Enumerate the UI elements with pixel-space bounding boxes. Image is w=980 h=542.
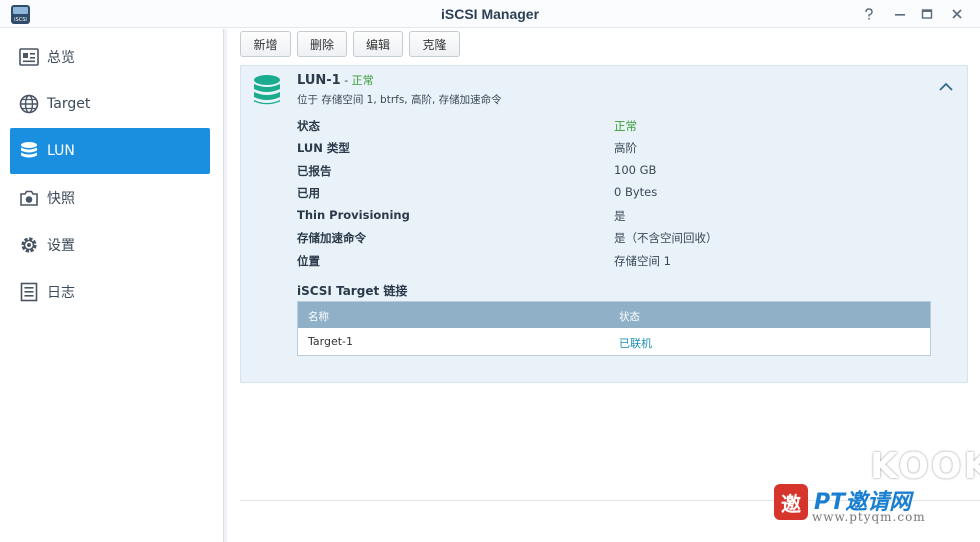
database-icon	[19, 141, 39, 161]
detail-label-used: 已用	[297, 186, 320, 200]
globe-icon	[19, 94, 39, 114]
help-icon[interactable]	[860, 5, 878, 23]
column-header-status[interactable]: 状态	[619, 309, 640, 324]
clone-button[interactable]: 克隆	[409, 31, 460, 57]
detail-value-status: 正常	[614, 119, 637, 133]
maximize-icon[interactable]	[918, 5, 936, 23]
detail-label-reported: 已报告	[297, 164, 332, 178]
create-button[interactable]: 新增	[240, 31, 291, 57]
sidebar-item-label: 设置	[47, 238, 75, 254]
target-links-table: 名称 状态 Target-1 已联机	[297, 301, 931, 356]
target-links-title: iSCSI Target 链接	[297, 284, 408, 298]
minimize-icon[interactable]	[891, 5, 909, 23]
title-bar: iSCSI iSCSI Manager	[0, 0, 980, 28]
detail-label-location: 位置	[297, 254, 320, 268]
lun-title-status: 正常	[351, 74, 374, 87]
cell-target-status: 已联机	[619, 337, 652, 350]
detail-label-storage-acceleration: 存储加速命令	[297, 231, 366, 245]
close-icon[interactable]	[948, 5, 966, 23]
sidebar-item-label: LUN	[47, 143, 75, 159]
lun-panel[interactable]: LUN-1 - 正常 位于 存储空间 1, btrfs, 高阶, 存储加速命令 …	[240, 65, 968, 383]
sidebar-item-label: 总览	[47, 50, 75, 66]
window-title: iSCSI Manager	[440, 6, 540, 22]
sidebar-item-label: Target	[47, 96, 91, 112]
detail-label-status: 状态	[297, 119, 320, 133]
lun-title: LUN-1 - 正常	[297, 72, 374, 88]
sidebar-item-lun[interactable]: LUN	[10, 128, 210, 174]
table-header: 名称 状态	[298, 302, 930, 328]
detail-value-thin-provisioning: 是	[614, 209, 626, 223]
sidebar: 总览 Target LUN 快照 设置 日志	[0, 29, 227, 542]
detail-value-lun-type: 高阶	[614, 141, 637, 155]
cell-target-name: Target-1	[308, 335, 353, 348]
camera-icon	[19, 188, 39, 208]
lun-database-icon	[254, 75, 280, 105]
lun-subtitle: 位于 存储空间 1, btrfs, 高阶, 存储加速命令	[297, 94, 502, 106]
watermark-kook: KOOK	[870, 446, 980, 487]
detail-value-storage-acceleration: 是（不含空间回收）	[614, 231, 718, 245]
sidebar-item-label: 日志	[47, 285, 75, 301]
lun-name: LUN-1	[297, 73, 341, 88]
sidebar-item-overview[interactable]: 总览	[10, 34, 210, 80]
sidebar-item-settings[interactable]: 设置	[10, 222, 210, 268]
log-list-icon	[19, 282, 39, 302]
detail-value-used: 0 Bytes	[614, 185, 658, 199]
lun-title-separator: -	[340, 74, 352, 87]
watermark-url: www.ptyqm.com	[812, 510, 926, 524]
chevron-up-icon[interactable]	[937, 80, 955, 94]
detail-value-reported: 100 GB	[614, 163, 657, 177]
gear-icon	[19, 235, 39, 255]
overview-card-icon	[19, 47, 39, 67]
column-header-name[interactable]: 名称	[308, 309, 329, 324]
detail-value-location: 存储空间 1	[614, 254, 671, 268]
detail-label-thin-provisioning: Thin Provisioning	[297, 208, 410, 222]
watermark-logo: 邀	[774, 484, 808, 520]
sidebar-item-log[interactable]: 日志	[10, 269, 210, 315]
detail-label-lun-type: LUN 类型	[297, 141, 350, 155]
table-row[interactable]: Target-1 已联机	[298, 328, 930, 356]
edit-button[interactable]: 编辑	[353, 31, 403, 57]
sidebar-item-label: 快照	[47, 191, 75, 207]
sidebar-item-target[interactable]: Target	[10, 81, 210, 127]
sidebar-item-snapshot[interactable]: 快照	[10, 175, 210, 221]
delete-button[interactable]: 删除	[297, 31, 347, 57]
